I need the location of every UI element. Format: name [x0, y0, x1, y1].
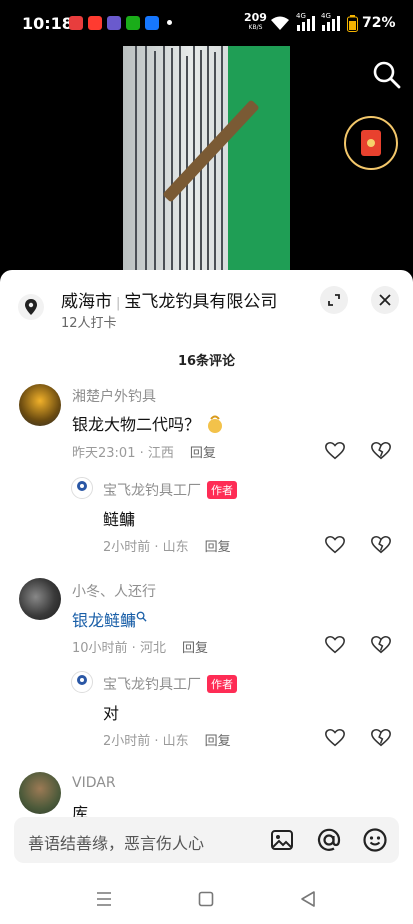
dislike-broken-heart-icon[interactable] [370, 534, 392, 556]
comment-username[interactable]: VIDAR [72, 775, 116, 791]
location-pin-icon [18, 294, 44, 320]
menu-icon[interactable] [95, 891, 113, 907]
comment-text[interactable]: 银龙鲢鳙 [72, 607, 147, 631]
reply-username[interactable]: 宝飞龙钓具工厂 作者 [103, 674, 237, 694]
app-notification-icon [88, 16, 102, 30]
reply-meta: 2小时前 · 山东 回复 [103, 536, 231, 555]
comment-time: 10小时前 · 河北 [72, 641, 166, 656]
comment-meta: 昨天23:01 · 江西 回复 [72, 442, 216, 461]
comment-input-placeholder[interactable]: 善语结善缘，恶言伤人心 [28, 830, 204, 854]
comment-text-content: 银龙大物二代吗？ [72, 415, 201, 434]
status-time: 10:18 [22, 14, 73, 33]
comment-text-content: 银龙鲢鳙 [72, 611, 137, 630]
like-heart-icon[interactable] [324, 534, 346, 556]
status-bar: 10:18 209 KB/S 4G 4G 72% [0, 0, 413, 46]
expand-icon [328, 294, 340, 306]
wifi-icon [271, 16, 289, 30]
avatar[interactable] [19, 578, 61, 620]
author-badge: 作者 [207, 481, 237, 499]
like-heart-icon[interactable] [324, 727, 346, 749]
avatar[interactable] [19, 384, 61, 426]
location-checkins: 12人打卡 [61, 316, 117, 331]
emoji-icon [208, 415, 223, 433]
app-notification-icon [69, 16, 83, 30]
mention-icon[interactable] [316, 827, 342, 853]
location-title[interactable]: 威海市 | 宝飞龙钓具有限公司 [61, 287, 277, 312]
battery-percent: 72% [362, 15, 396, 31]
reply-username[interactable]: 宝飞龙钓具工厂 作者 [103, 480, 237, 500]
system-navigation-bar [0, 876, 413, 924]
app-notification-icon [107, 16, 121, 30]
red-packet-button[interactable] [344, 116, 398, 170]
signal-type-label: 4G [296, 12, 306, 20]
reply-button[interactable]: 回复 [205, 540, 231, 555]
expand-button[interactable] [320, 286, 348, 314]
reply-button[interactable]: 回复 [205, 734, 231, 749]
reply-time: 2小时前 · 山东 [103, 734, 189, 749]
search-icon[interactable] [372, 60, 402, 90]
back-icon[interactable] [300, 890, 316, 908]
signal-type-label: 4G [321, 12, 331, 20]
emoji-icon[interactable] [362, 827, 388, 853]
like-heart-icon[interactable] [324, 634, 346, 656]
image-icon[interactable] [269, 827, 295, 853]
comment-input-bar[interactable]: 善语结善缘，恶言伤人心 [14, 817, 399, 863]
reply-button[interactable]: 回复 [182, 641, 208, 656]
location-separator: | [116, 296, 121, 311]
battery-icon [347, 15, 358, 32]
network-speed: 209 KB/S [244, 11, 267, 31]
avatar[interactable] [19, 772, 61, 814]
avatar[interactable] [71, 477, 93, 499]
reply-button[interactable]: 回复 [190, 446, 216, 461]
more-notifications-icon [167, 20, 172, 25]
reply-username-text: 宝飞龙钓具工厂 [103, 483, 201, 499]
comment-username[interactable]: 湘楚户外钓具 [72, 386, 156, 406]
dislike-broken-heart-icon[interactable] [370, 440, 392, 462]
comment-meta: 10小时前 · 河北 回复 [72, 637, 208, 656]
alipay-icon [145, 16, 159, 30]
wechat-icon [126, 16, 140, 30]
comment-username[interactable]: 小冬、人还行 [72, 581, 156, 601]
close-icon [379, 294, 391, 306]
home-icon[interactable] [198, 891, 214, 907]
comment-count: 16条评论 [177, 354, 236, 369]
dislike-broken-heart-icon[interactable] [370, 727, 392, 749]
comment-time: 昨天23:01 · 江西 [72, 446, 174, 461]
location-city: 威海市 [61, 292, 112, 312]
author-badge: 作者 [207, 675, 237, 693]
reply-time: 2小时前 · 山东 [103, 540, 189, 555]
search-icon [136, 611, 147, 622]
like-heart-icon[interactable] [324, 440, 346, 462]
reply-username-text: 宝飞龙钓具工厂 [103, 677, 201, 693]
avatar[interactable] [71, 671, 93, 693]
reply-text: 鲢鳙 [103, 510, 136, 529]
reply-meta: 2小时前 · 山东 回复 [103, 730, 231, 749]
comment-text: 银龙大物二代吗？ [72, 411, 225, 435]
dislike-broken-heart-icon[interactable] [370, 634, 392, 656]
reply-text: 对 [103, 704, 120, 723]
location-name: 宝飞龙钓具有限公司 [124, 292, 278, 312]
red-packet-icon [361, 130, 381, 156]
close-button[interactable] [371, 286, 399, 314]
